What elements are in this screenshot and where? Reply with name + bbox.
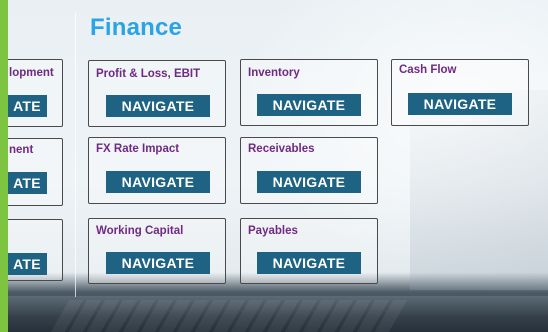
section-title: Finance bbox=[90, 14, 183, 41]
navigate-button-working-capital[interactable]: NAVIGATE bbox=[106, 252, 210, 274]
tile-profit-loss: Profit & Loss, EBIT NAVIGATE bbox=[88, 60, 226, 127]
tile-label-working-capital: Working Capital bbox=[96, 225, 184, 237]
navigate-button-fx-rate-impact[interactable]: NAVIGATE bbox=[106, 171, 210, 193]
navigate-button-cash-flow[interactable]: NAVIGATE bbox=[408, 93, 512, 115]
tile-label-cash-flow: Cash Flow bbox=[399, 64, 457, 76]
tile-label-fx-rate-impact: FX Rate Impact bbox=[96, 143, 180, 155]
tile-working-capital: Working Capital NAVIGATE bbox=[88, 218, 226, 284]
tile-label: nent bbox=[9, 144, 34, 156]
tile-payables: Payables NAVIGATE bbox=[240, 218, 378, 284]
tile-management: nent ATE bbox=[8, 138, 63, 206]
navigate-button-inventory[interactable]: NAVIGATE bbox=[257, 94, 361, 116]
navigate-button-profit-loss[interactable]: NAVIGATE bbox=[106, 95, 210, 117]
navigate-button-receivables[interactable]: NAVIGATE bbox=[257, 171, 361, 193]
navigate-button[interactable]: ATE bbox=[8, 172, 47, 194]
previous-section-column: lopment ATE nent ATE ATE bbox=[8, 0, 66, 332]
tile-label: lopment bbox=[9, 67, 54, 79]
tile-cash-flow: Cash Flow NAVIGATE bbox=[391, 59, 529, 126]
tile-development: lopment ATE bbox=[8, 59, 63, 127]
background-keyboard bbox=[50, 300, 410, 332]
tile-label-profit-loss: Profit & Loss, EBIT bbox=[96, 68, 201, 80]
navigate-button[interactable]: ATE bbox=[8, 95, 47, 117]
navigate-button-payables[interactable]: NAVIGATE bbox=[257, 252, 361, 274]
side-accent-bar bbox=[0, 0, 8, 332]
tile-receivables: Receivables NAVIGATE bbox=[240, 137, 378, 204]
navigate-button[interactable]: ATE bbox=[8, 253, 47, 275]
tile-label-inventory: Inventory bbox=[248, 67, 300, 79]
tile-inventory: Inventory NAVIGATE bbox=[240, 59, 378, 126]
tile-label-receivables: Receivables bbox=[248, 143, 315, 155]
tile-unknown: ATE bbox=[8, 219, 63, 281]
tile-fx-rate-impact: FX Rate Impact NAVIGATE bbox=[88, 137, 226, 204]
column-divider bbox=[75, 12, 76, 297]
tile-label-payables: Payables bbox=[248, 225, 298, 237]
